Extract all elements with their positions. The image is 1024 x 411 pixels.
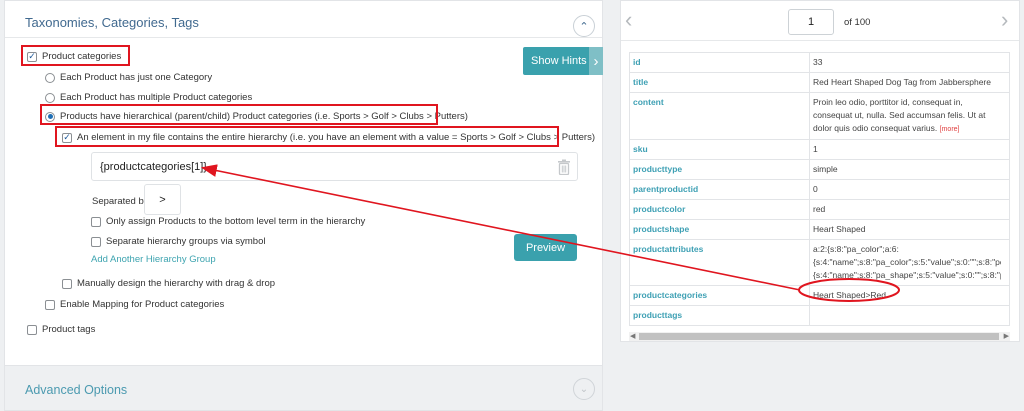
table-row: productcolor red bbox=[629, 199, 1010, 220]
advanced-options-title: Advanced Options bbox=[25, 383, 128, 397]
separate-groups-checkbox[interactable] bbox=[91, 236, 101, 247]
table-row: productshape Heart Shaped bbox=[629, 219, 1010, 240]
chevron-down-icon: ⌄ bbox=[579, 383, 589, 395]
table-row: id 33 bbox=[629, 52, 1010, 73]
annotation-box bbox=[55, 126, 559, 147]
show-hints-label: Show Hints bbox=[531, 55, 587, 67]
field-key[interactable]: productcategories bbox=[629, 285, 810, 306]
product-tags-label: Product tags bbox=[42, 324, 96, 335]
field-value: simple bbox=[809, 159, 1010, 180]
chevron-right-icon[interactable]: › bbox=[1001, 7, 1008, 33]
multiple-categories-label: Each Product has multiple Product catego… bbox=[60, 92, 253, 103]
enable-mapping-option[interactable]: Enable Mapping for Product categories bbox=[45, 299, 224, 310]
separate-groups-option[interactable]: Separate hierarchy groups via symbol bbox=[91, 236, 265, 247]
field-value: 0 bbox=[809, 179, 1010, 200]
field-key[interactable]: title bbox=[629, 72, 810, 93]
drag-drop-label: Manually design the hierarchy with drag … bbox=[77, 278, 276, 289]
attribute-line: {s:4:"name";s:8:"pa_shape";s:5:"value";s… bbox=[813, 270, 1001, 280]
field-value: Heart Shaped>Red bbox=[809, 285, 1010, 306]
divider bbox=[5, 37, 602, 38]
field-value: a:2:{s:8:"pa_color";a:6: {s:4:"name";s:8… bbox=[809, 239, 1010, 286]
table-row: producttags bbox=[629, 305, 1010, 326]
one-category-label: Each Product has just one Category bbox=[60, 72, 213, 83]
table-row: title Red Heart Shaped Dog Tag from Jabb… bbox=[629, 72, 1010, 93]
one-category-option[interactable]: Each Product has just one Category bbox=[45, 72, 212, 83]
field-key[interactable]: productshape bbox=[629, 219, 810, 240]
record-navigator: ‹ 1 of 100 › bbox=[621, 1, 1019, 41]
record-preview-panel: ‹ 1 of 100 › id 33 title Red Heart Shape… bbox=[620, 0, 1020, 342]
chevron-up-icon: ⌃ bbox=[579, 20, 589, 33]
hierarchy-path-value: {productcategories[1]} bbox=[100, 160, 208, 173]
bottom-level-option[interactable]: Only assign Products to the bottom level… bbox=[91, 216, 365, 227]
content-line: dolor quis odio consequat varius. bbox=[813, 123, 938, 133]
field-key[interactable]: content bbox=[629, 92, 810, 140]
preview-button[interactable]: Preview bbox=[514, 234, 577, 261]
chevron-left-icon[interactable]: ‹ bbox=[625, 7, 632, 33]
more-link[interactable]: [more] bbox=[940, 126, 960, 133]
field-value: 1 bbox=[809, 139, 1010, 160]
table-row: productattributes a:2:{s:8:"pa_color";a:… bbox=[629, 239, 1010, 286]
scroll-left-icon[interactable]: ◀ bbox=[630, 332, 635, 340]
bottom-level-label: Only assign Products to the bottom level… bbox=[106, 216, 366, 227]
multiple-categories-option[interactable]: Each Product has multiple Product catego… bbox=[45, 92, 252, 103]
table-row: productcategories Heart Shaped>Red bbox=[629, 285, 1010, 306]
show-hints-button[interactable]: Show Hints › bbox=[523, 47, 603, 75]
one-category-radio[interactable] bbox=[45, 72, 55, 83]
field-key[interactable]: producttype bbox=[629, 159, 810, 180]
field-value: Red Heart Shaped Dog Tag from Jabbersphe… bbox=[809, 72, 1010, 93]
horizontal-scrollbar[interactable]: ◀ ▶ bbox=[629, 332, 1010, 341]
field-key[interactable]: productcolor bbox=[629, 199, 810, 220]
enable-mapping-label: Enable Mapping for Product categories bbox=[60, 299, 225, 310]
content-line: Proin leo odio, porttitor id, consequat … bbox=[813, 97, 963, 107]
scroll-right-icon[interactable]: ▶ bbox=[1004, 332, 1009, 340]
bottom-level-checkbox[interactable] bbox=[91, 216, 101, 227]
content-line: consequat ut, nulla. Sed accumsan felis.… bbox=[813, 110, 986, 120]
separator-input[interactable]: > bbox=[144, 184, 181, 215]
multiple-categories-radio[interactable] bbox=[45, 92, 55, 103]
product-tags-checkbox[interactable] bbox=[27, 324, 37, 335]
table-row: producttype simple bbox=[629, 159, 1010, 180]
trash-icon[interactable] bbox=[557, 159, 571, 175]
field-key[interactable]: producttags bbox=[629, 305, 810, 326]
expand-advanced-button[interactable]: ⌄ bbox=[573, 378, 595, 400]
field-value: Proin leo odio, porttitor id, consequat … bbox=[809, 92, 1010, 140]
table-row: parentproductid 0 bbox=[629, 179, 1010, 200]
advanced-options-section[interactable]: Advanced Options ⌄ bbox=[4, 366, 603, 411]
section-title: Taxonomies, Categories, Tags bbox=[25, 15, 199, 30]
separator-label: Separated by bbox=[92, 196, 149, 207]
annotation-box bbox=[21, 45, 130, 66]
attribute-line: {s:4:"name";s:8:"pa_color";s:5:"value";s… bbox=[813, 257, 1001, 267]
table-row: content Proin leo odio, porttitor id, co… bbox=[629, 92, 1010, 140]
collapse-section-button[interactable]: ⌃ bbox=[573, 15, 595, 37]
separate-groups-label: Separate hierarchy groups via symbol bbox=[106, 236, 266, 247]
table-row: sku 1 bbox=[629, 139, 1010, 160]
add-hierarchy-group-link[interactable]: Add Another Hierarchy Group bbox=[91, 254, 216, 265]
enable-mapping-checkbox[interactable] bbox=[45, 299, 55, 310]
attribute-line: a:2:{s:8:"pa_color";a:6: bbox=[813, 244, 899, 254]
annotation-box bbox=[40, 104, 438, 125]
field-key[interactable]: id bbox=[629, 52, 810, 73]
field-value bbox=[809, 305, 1010, 326]
record-table: id 33 title Red Heart Shaped Dog Tag fro… bbox=[629, 52, 1010, 326]
field-key[interactable]: productattributes bbox=[629, 239, 810, 286]
field-key[interactable]: sku bbox=[629, 139, 810, 160]
field-key[interactable]: parentproductid bbox=[629, 179, 810, 200]
field-value: red bbox=[809, 199, 1010, 220]
field-value: Heart Shaped bbox=[809, 219, 1010, 240]
drag-drop-checkbox[interactable] bbox=[62, 278, 72, 289]
product-tags-option[interactable]: Product tags bbox=[27, 324, 95, 335]
import-options-panel: Taxonomies, Categories, Tags ⌃ ✓ Product… bbox=[4, 0, 603, 366]
drag-drop-option[interactable]: Manually design the hierarchy with drag … bbox=[62, 278, 275, 289]
record-total-label: of 100 bbox=[844, 17, 871, 28]
chevron-right-icon: › bbox=[589, 47, 603, 75]
hierarchy-path-input[interactable]: {productcategories[1]} bbox=[91, 152, 578, 181]
field-value: 33 bbox=[809, 52, 1010, 73]
scrollbar-thumb[interactable] bbox=[639, 333, 999, 340]
record-number-input[interactable]: 1 bbox=[788, 9, 834, 35]
